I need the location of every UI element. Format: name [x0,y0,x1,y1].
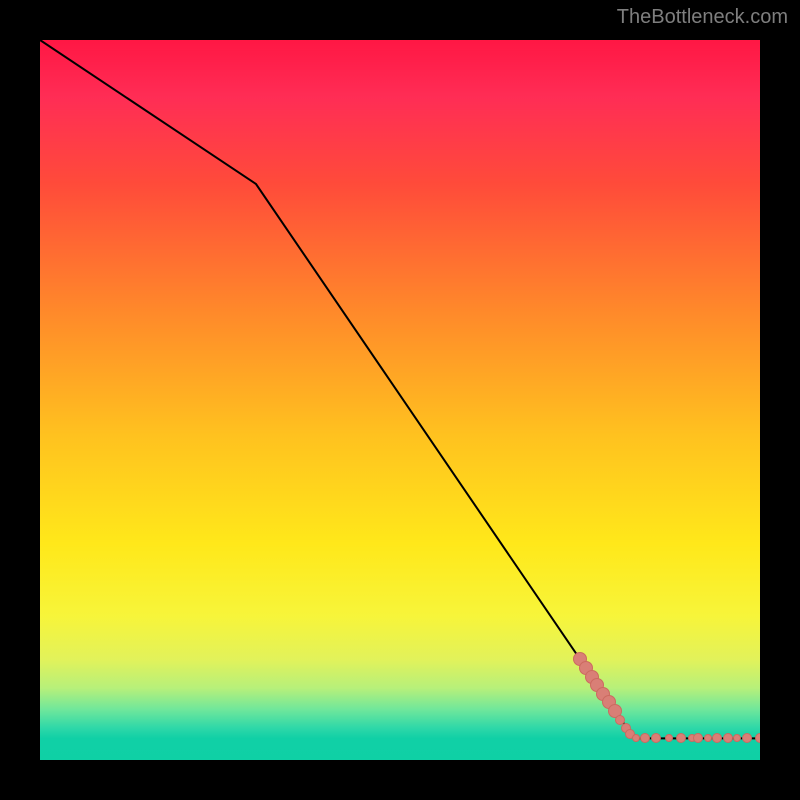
watermark-label: TheBottleneck.com [617,6,788,29]
plot-area [40,40,760,760]
data-point [723,733,733,743]
chart-container: TheBottleneck.com [0,0,800,800]
trend-line [40,40,760,760]
